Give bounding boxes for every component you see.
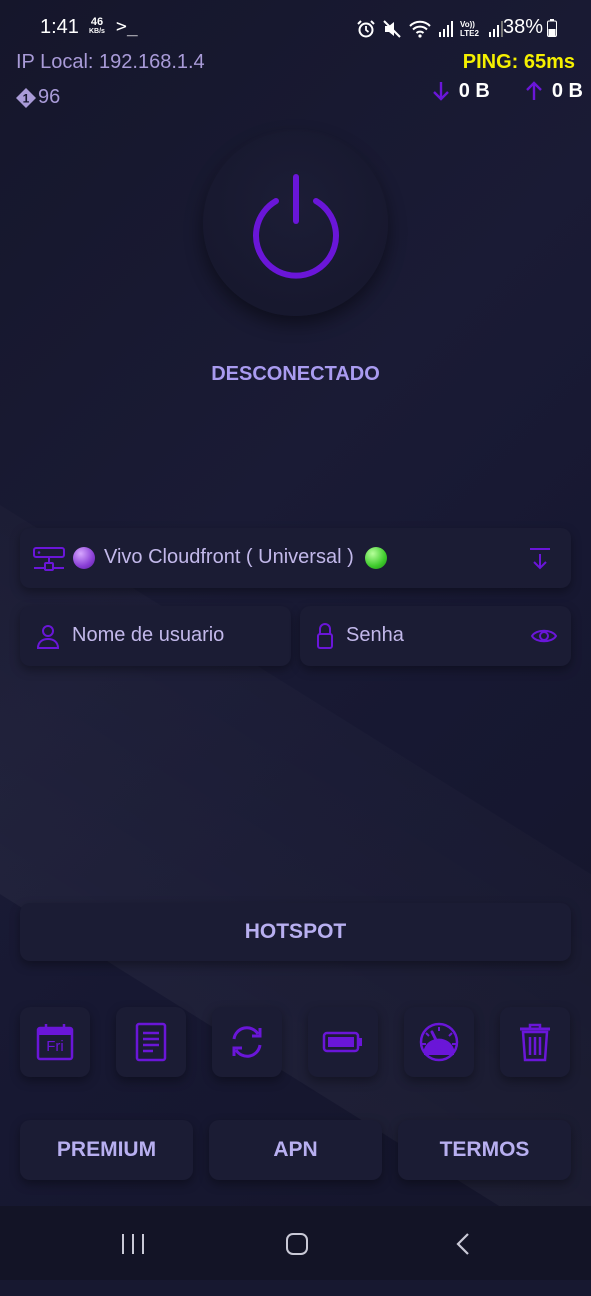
battery-status: 38%	[503, 16, 558, 39]
upload-arrow-icon	[526, 81, 542, 100]
speedometer-icon	[419, 1022, 459, 1062]
net-speed-unit: KB/s	[89, 28, 105, 35]
server-icon	[33, 547, 65, 571]
user-icon	[36, 625, 60, 649]
refresh-icon	[232, 1026, 262, 1058]
back-icon[interactable]	[454, 1232, 472, 1256]
wifi-icon	[409, 20, 431, 38]
battery-percent: 38%	[503, 16, 544, 38]
premium-button[interactable]: PREMIUM	[20, 1120, 193, 1180]
svg-text:1: 1	[23, 91, 30, 105]
terminal-icon: >_	[116, 16, 138, 37]
hotspot-button[interactable]: HOTSPOT	[20, 903, 571, 961]
traffic-stats: 0 B 0 B	[431, 79, 583, 103]
calendar-button[interactable]: Fri	[20, 1007, 90, 1077]
logs-button[interactable]	[116, 1007, 186, 1077]
password-placeholder: Senha	[346, 624, 404, 646]
battery-icon	[322, 1031, 362, 1053]
power-icon	[252, 173, 339, 279]
termos-button[interactable]: TERMOS	[398, 1120, 571, 1180]
ip-local: IP Local: 192.168.1.4	[16, 51, 205, 73]
speedtest-button[interactable]	[404, 1007, 474, 1077]
document-icon	[135, 1022, 167, 1062]
refresh-button[interactable]	[212, 1007, 282, 1077]
alarm-icon	[357, 20, 375, 38]
signal-icon-2	[489, 21, 503, 37]
status-time: 1:41	[40, 16, 79, 38]
signal-icon	[439, 21, 453, 37]
apn-button[interactable]: APN	[209, 1120, 382, 1180]
download-value: 0 B	[458, 79, 490, 102]
mute-icon	[383, 20, 401, 38]
battery-status-icon	[547, 18, 558, 37]
termos-label: TERMOS	[439, 1138, 530, 1161]
download-arrow-icon	[432, 82, 449, 101]
status-icons: Vo)) LTE2	[356, 18, 504, 40]
version-info: 1 96	[16, 86, 60, 109]
hotspot-label: HOTSPOT	[244, 920, 347, 943]
recent-apps-icon[interactable]	[120, 1232, 146, 1256]
connection-status: DESCONECTADO	[211, 363, 380, 385]
version-icon: 1	[16, 87, 36, 108]
server-label: Vivo Cloudfront ( Universal )	[104, 546, 354, 568]
clear-button[interactable]	[500, 1007, 570, 1077]
power-button[interactable]	[203, 131, 388, 316]
ping-text: PING: 65ms	[462, 51, 575, 73]
server-selector[interactable]: Vivo Cloudfront ( Universal )	[20, 528, 571, 588]
username-field[interactable]: Nome de usuario	[20, 606, 291, 666]
upload-value: 0 B	[551, 79, 583, 102]
battery-button[interactable]	[308, 1007, 378, 1077]
premium-label: PREMIUM	[56, 1138, 157, 1161]
download-config-icon[interactable]	[527, 546, 553, 572]
username-placeholder: Nome de usuario	[72, 624, 225, 646]
trash-icon	[520, 1023, 550, 1062]
home-icon[interactable]	[285, 1232, 309, 1256]
system-nav-bar	[0, 1206, 591, 1280]
calendar-day: Fri	[46, 1038, 64, 1055]
eye-icon[interactable]	[530, 626, 558, 646]
password-field[interactable]: Senha	[300, 606, 571, 666]
server-dot-green	[365, 547, 387, 569]
volte-label: Vo)) LTE2	[460, 20, 479, 38]
lock-icon	[317, 623, 333, 649]
status-net-speed: 46 KB/s	[89, 17, 105, 37]
version-number: 96	[38, 86, 61, 108]
server-dot-purple	[73, 547, 95, 569]
apn-label: APN	[273, 1138, 318, 1161]
